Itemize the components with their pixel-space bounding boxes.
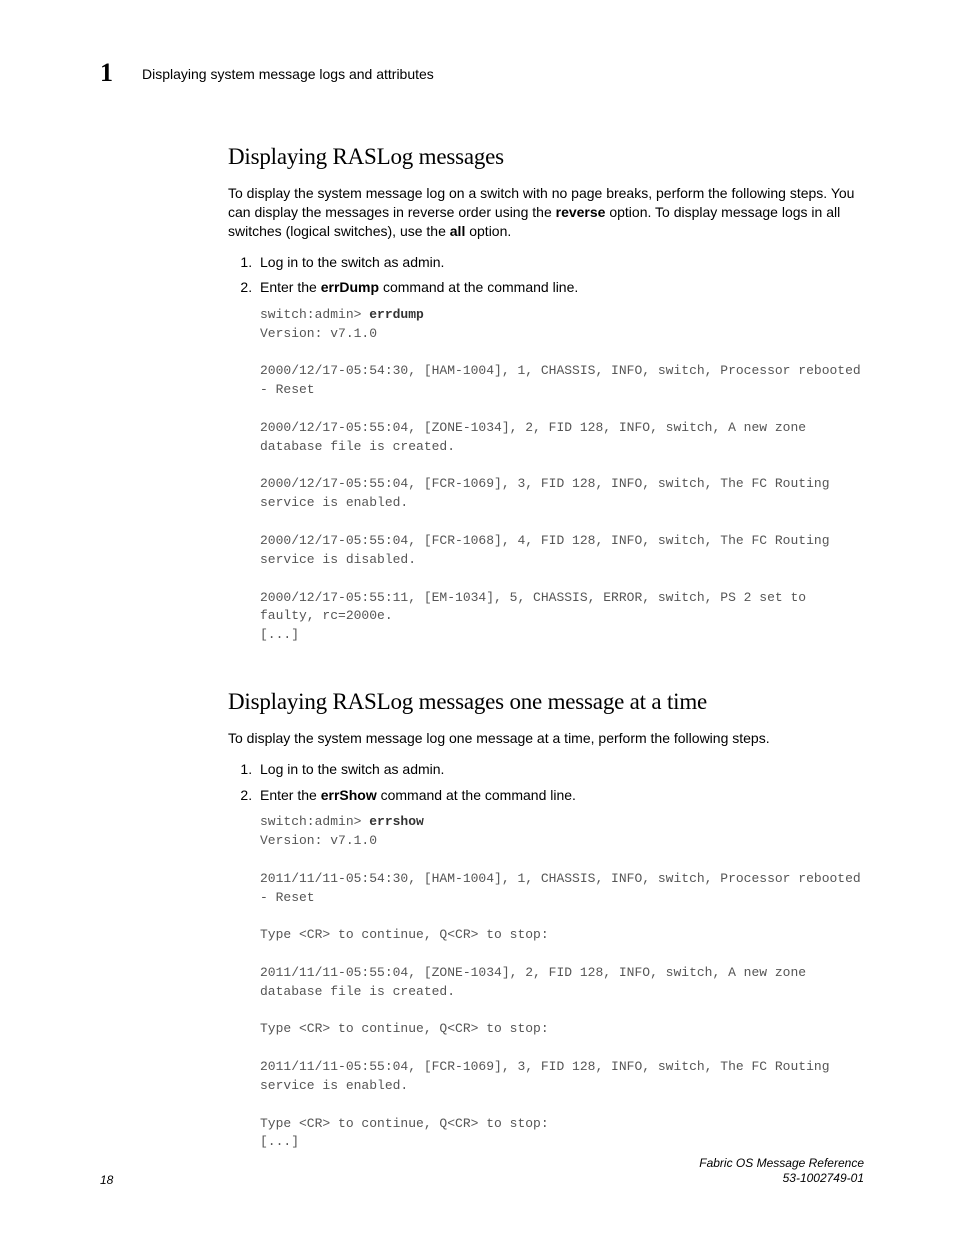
step-item: Enter the errShow command at the command…: [256, 786, 864, 806]
doc-reference: Fabric OS Message Reference 53-1002749-0…: [699, 1156, 864, 1187]
prompt: switch:admin>: [260, 307, 369, 322]
page-number: 18: [100, 1173, 113, 1187]
terminal-output-errdump: switch:admin> errdump Version: v7.1.0 20…: [260, 306, 864, 645]
prompt: switch:admin>: [260, 814, 369, 829]
section-heading-raslog: Displaying RASLog messages: [228, 144, 864, 170]
section2-steps: Log in to the switch as admin. Enter the…: [228, 760, 864, 805]
typed-command: errdump: [369, 307, 424, 322]
running-header-title: Displaying system message logs and attri…: [142, 66, 434, 82]
option-reverse: reverse: [556, 204, 606, 220]
terminal-lines: Version: v7.1.0 2011/11/11-05:54:30, [HA…: [260, 833, 869, 1150]
terminal-output-errshow: switch:admin> errshow Version: v7.1.0 20…: [260, 813, 864, 1152]
typed-command: errshow: [369, 814, 424, 829]
doc-title: Fabric OS Message Reference: [699, 1156, 864, 1170]
step-text: Enter the: [260, 279, 321, 295]
step-item: Enter the errDump command at the command…: [256, 278, 864, 298]
intro-text: option.: [465, 223, 511, 239]
step-text: command at the command line.: [377, 787, 576, 803]
step-text: Log in to the switch as admin.: [260, 254, 444, 270]
command-name: errDump: [321, 279, 379, 295]
step-item: Log in to the switch as admin.: [256, 760, 864, 780]
step-text: Enter the: [260, 787, 321, 803]
section-heading-raslog-one: Displaying RASLog messages one message a…: [228, 689, 864, 715]
chapter-number: 1: [100, 60, 142, 86]
terminal-lines: Version: v7.1.0 2000/12/17-05:54:30, [HA…: [260, 326, 869, 643]
doc-id: 53-1002749-01: [783, 1171, 864, 1185]
command-name: errShow: [321, 787, 377, 803]
page-header: 1 Displaying system message logs and att…: [100, 60, 864, 86]
step-text: Log in to the switch as admin.: [260, 761, 444, 777]
page-footer: 18 Fabric OS Message Reference 53-100274…: [100, 1156, 864, 1187]
section1-intro: To display the system message log on a s…: [228, 184, 864, 241]
section1-steps: Log in to the switch as admin. Enter the…: [228, 253, 864, 298]
option-all: all: [450, 223, 466, 239]
step-item: Log in to the switch as admin.: [256, 253, 864, 273]
step-text: command at the command line.: [379, 279, 578, 295]
section2-intro: To display the system message log one me…: [228, 729, 864, 748]
